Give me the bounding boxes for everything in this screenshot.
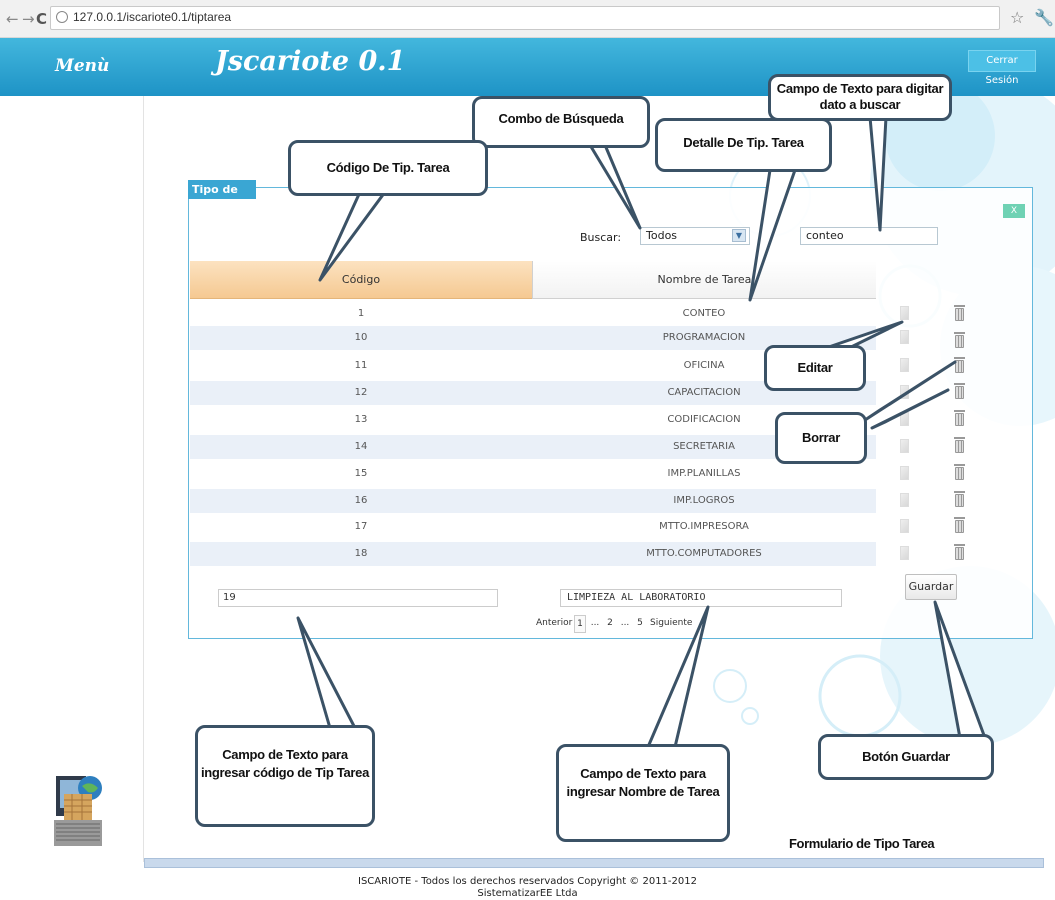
edit-icon[interactable]	[900, 439, 909, 453]
table-row: 15 IMP.PLANILLAS	[190, 462, 876, 486]
column-header-code[interactable]: Código	[190, 261, 532, 299]
table-row: 14 SECRETARIA	[190, 435, 876, 459]
cell-code: 10	[354, 332, 368, 343]
edit-icon[interactable]	[900, 306, 909, 320]
footer-company: SistematizarEE Ltda	[477, 888, 578, 899]
cell-code: 1	[357, 308, 365, 319]
figure-caption: Formulario de Tipo Tarea	[789, 836, 935, 851]
cell-name: IMP.LOGROS	[673, 495, 735, 506]
pager-prev[interactable]: Anterior	[536, 615, 572, 633]
trash-icon[interactable]	[954, 410, 965, 426]
menu-label[interactable]: Menù	[55, 56, 109, 76]
callout-code-field: Campo de Texto para ingresar código de T…	[195, 725, 375, 827]
edit-icon[interactable]	[900, 358, 909, 372]
table-row: 18 MTTO.COMPUTADORES	[190, 542, 876, 566]
pager-next[interactable]: Siguiente	[650, 615, 692, 633]
cell-code: 14	[354, 441, 368, 452]
cell-code: 13	[354, 414, 368, 425]
edit-icon[interactable]	[900, 493, 909, 507]
trash-icon[interactable]	[954, 357, 965, 373]
edit-icon[interactable]	[900, 330, 909, 344]
callout-search-field: Campo de Texto para digitar dato a busca…	[768, 74, 952, 121]
column-header-name[interactable]: Nombre de Tarea	[532, 261, 876, 299]
edit-icon[interactable]	[900, 546, 909, 560]
callout-name-header: Detalle De Tip. Tarea	[655, 118, 832, 172]
footer-copyright: ISCARIOTE - Todos los derechos reservado…	[358, 876, 697, 887]
bookmark-star-icon[interactable]: ☆	[1010, 8, 1024, 27]
edit-icon[interactable]	[900, 412, 909, 426]
pager-page-5[interactable]: 5	[634, 615, 646, 633]
save-button[interactable]: Guardar	[905, 574, 957, 600]
panel-legend: Tipo de Tarea	[188, 180, 256, 215]
cell-code: 15	[354, 468, 368, 479]
cell-name: MTTO.IMPRESORA	[659, 521, 749, 532]
trash-icon[interactable]	[954, 544, 965, 560]
pager-ellipsis: ...	[620, 618, 630, 628]
cell-code: 12	[354, 387, 368, 398]
callout-save-button: Botón Guardar	[818, 734, 994, 780]
table-row: 1 CONTEO	[190, 302, 876, 326]
table-row: 17 MTTO.IMPRESORA	[190, 515, 876, 539]
cell-code: 17	[354, 521, 368, 532]
trash-icon[interactable]	[954, 491, 965, 507]
edit-icon[interactable]	[900, 385, 909, 399]
callout-combo: Combo de Búsqueda	[472, 96, 650, 148]
pager-page-2[interactable]: 2	[604, 615, 616, 633]
browser-toolbar: ← → C 127.0.0.1/iscariote0.1/tiptarea ☆ …	[0, 0, 1055, 38]
server-globe-icon	[54, 776, 102, 846]
trash-icon[interactable]	[954, 517, 965, 533]
back-icon[interactable]: ←	[6, 10, 19, 28]
trash-icon[interactable]	[954, 332, 965, 348]
logout-button[interactable]: Cerrar Sesión	[968, 50, 1036, 86]
reload-icon[interactable]: C	[36, 10, 47, 28]
forward-icon[interactable]: →	[22, 10, 35, 28]
table-row: 13 CODIFICACION	[190, 408, 876, 432]
cell-code: 18	[354, 548, 368, 559]
callout-code-header: Código De Tip. Tarea	[288, 140, 488, 196]
sidebar	[0, 96, 144, 862]
trash-icon[interactable]	[954, 437, 965, 453]
trash-icon[interactable]	[954, 305, 965, 321]
address-bar[interactable]: 127.0.0.1/iscariote0.1/tiptarea	[50, 6, 1000, 30]
pager-page-1[interactable]: 1	[574, 615, 586, 633]
callout-name-field: Campo de Texto para ingresar Nombre de T…	[556, 744, 730, 842]
footer: ISCARIOTE - Todos los derechos reservado…	[0, 870, 1055, 900]
edit-icon[interactable]	[900, 519, 909, 533]
url-text: 127.0.0.1/iscariote0.1/tiptarea	[73, 10, 232, 24]
cell-code: 11	[354, 360, 368, 371]
trash-icon[interactable]	[954, 383, 965, 399]
cell-code: 16	[354, 495, 368, 506]
pager-ellipsis: ...	[590, 618, 600, 628]
callout-edit: Editar	[764, 345, 866, 391]
code-input[interactable]: 19	[218, 589, 498, 607]
chevron-down-icon[interactable]: ▼	[732, 229, 746, 242]
app-logo-title: Jscariote 0.1	[215, 46, 406, 77]
horizontal-scrollbar[interactable]	[144, 858, 1044, 868]
cell-name: MTTO.COMPUTADORES	[646, 548, 762, 559]
edit-icon[interactable]	[900, 466, 909, 480]
table-row: 16 IMP.LOGROS	[190, 489, 876, 513]
cell-name: CONTEO	[682, 308, 726, 319]
trash-icon[interactable]	[954, 464, 965, 480]
page-info-icon	[56, 11, 68, 23]
cell-name: IMP.PLANILLAS	[667, 468, 741, 479]
panel-close-button[interactable]: X	[1003, 204, 1025, 218]
wrench-icon[interactable]: 🔧	[1034, 8, 1054, 27]
callout-delete: Borrar	[775, 412, 867, 464]
search-input[interactable]: conteo	[800, 227, 938, 245]
search-label: Buscar:	[580, 231, 622, 244]
task-name-input[interactable]: LIMPIEZA AL LABORATORIO	[560, 589, 842, 607]
